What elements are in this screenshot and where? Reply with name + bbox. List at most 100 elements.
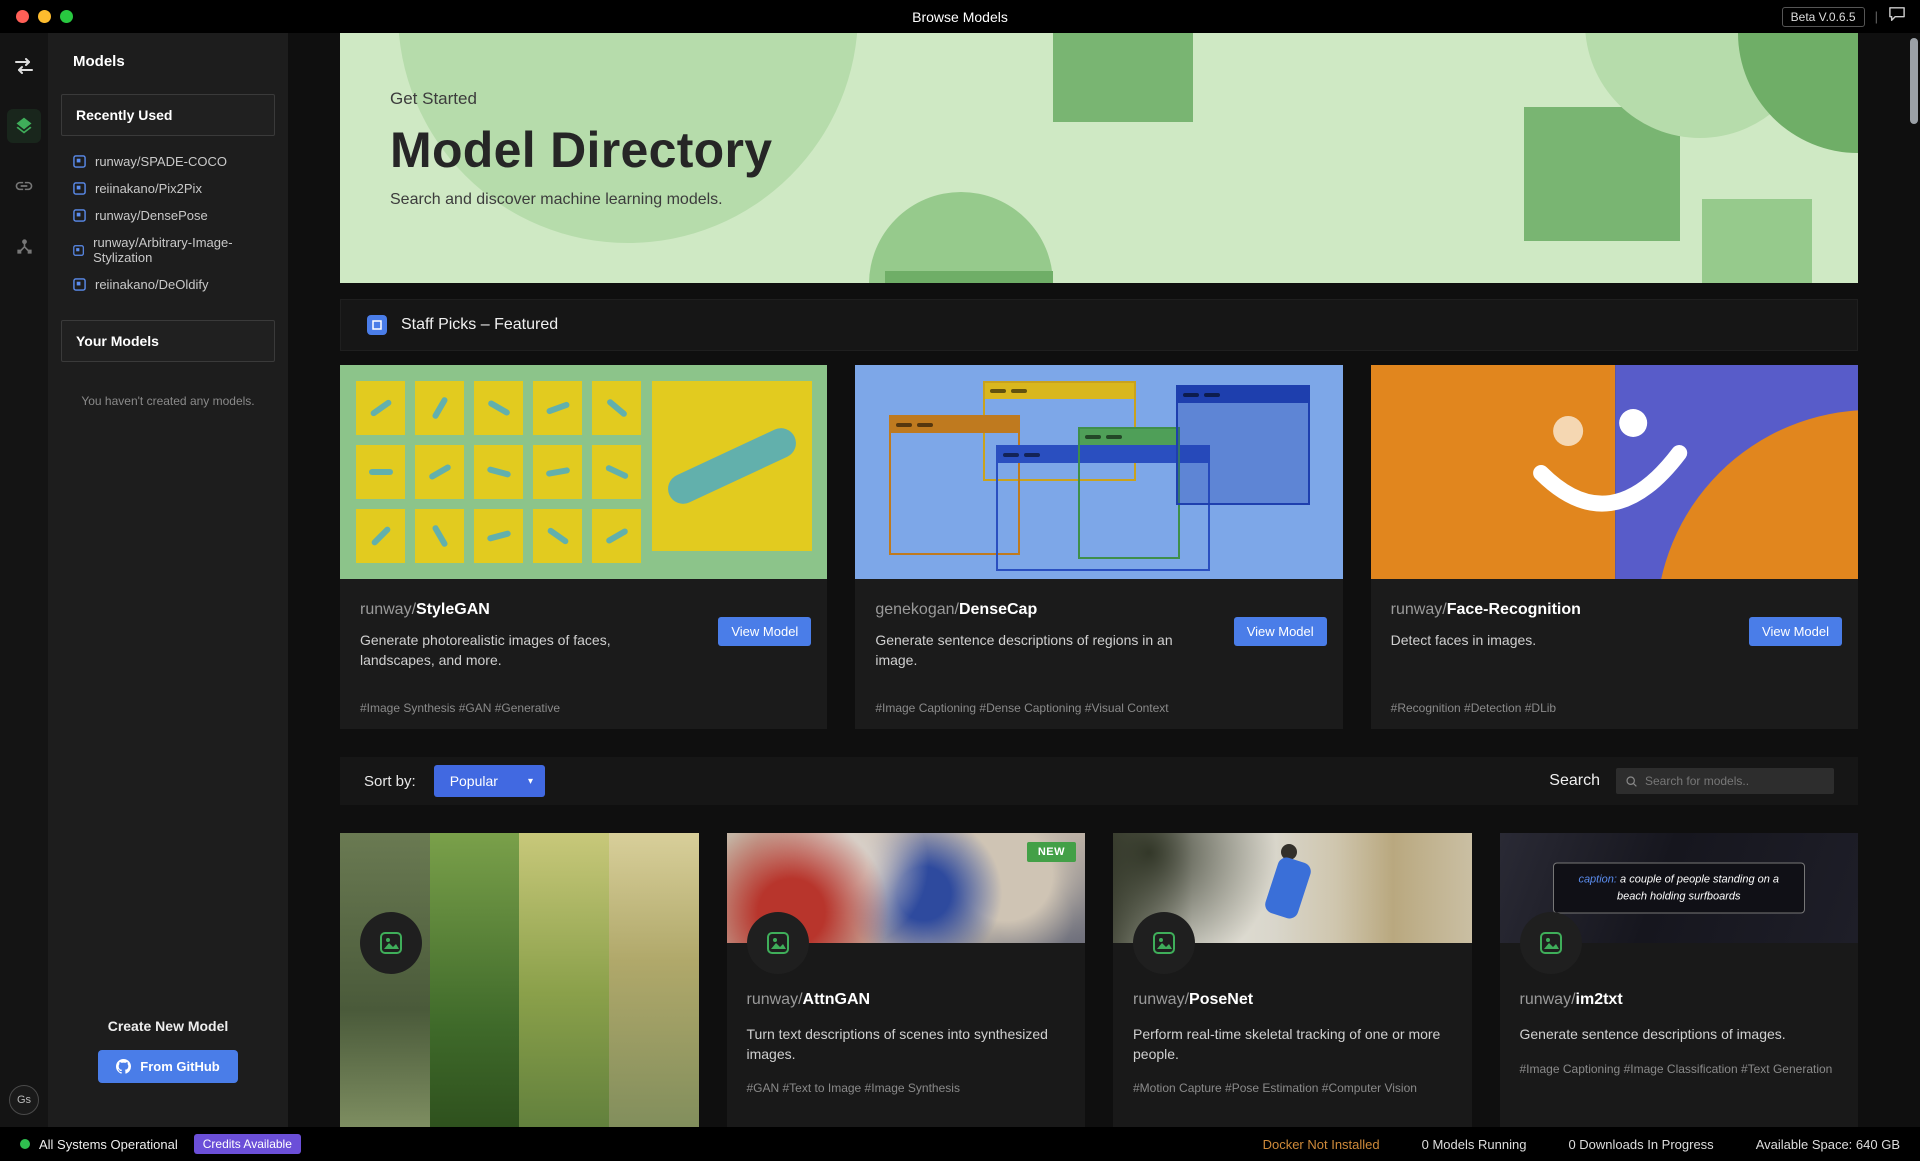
featured-card-face-recognition[interactable]: runway/Face-Recognition Detect faces in … — [1370, 365, 1858, 729]
browse-models-icon[interactable] — [7, 109, 41, 143]
sidebar-item-arbitrary-image-stylization[interactable]: runway/Arbitrary-Image-Stylization — [65, 229, 271, 271]
model-tags: #Motion Capture #Pose Estimation #Comput… — [1133, 1081, 1417, 1096]
window-title: Browse Models — [912, 8, 1008, 25]
sidebar: Models Recently Used runway/SPADE-COCO r… — [48, 33, 288, 1127]
staff-picks-bar: Staff Picks – Featured — [340, 299, 1858, 351]
pattern-tile — [533, 381, 582, 435]
model-owner: runway/ — [1519, 991, 1576, 1008]
feedback-chat-icon[interactable] — [1888, 6, 1906, 27]
model-description: Turn text descriptions of scenes into sy… — [746, 1026, 1048, 1062]
swap-panels-icon[interactable] — [7, 49, 41, 83]
zoom-window-button[interactable] — [60, 10, 73, 23]
icon-rail: Gs — [0, 33, 48, 1127]
model-card-adaptive-style-transfer[interactable]: runway/Adaptive-Style-Transfer Repaint i… — [340, 833, 699, 1127]
model-name: DenseCap — [958, 601, 1038, 618]
view-model-button[interactable]: View Model — [1233, 617, 1327, 646]
search-label: Search — [1549, 772, 1600, 789]
link-icon[interactable] — [7, 169, 41, 203]
model-thumbnail — [340, 833, 699, 1127]
model-tags: #GAN #Text to Image #Image Synthesis — [746, 1081, 960, 1096]
staff-picks-icon — [367, 315, 387, 335]
caption-label: caption: — [1578, 873, 1617, 886]
featured-card-info: runway/StyleGAN Generate photorealistic … — [340, 579, 827, 729]
model-square-icon — [73, 278, 86, 291]
pattern-tile — [592, 445, 641, 499]
search-group: Search — [1549, 768, 1834, 794]
featured-card-stylegan[interactable]: runway/StyleGAN Generate photorealistic … — [340, 365, 828, 729]
model-owner: runway/ — [1133, 991, 1190, 1008]
sort-dropdown[interactable]: Popular ▾ — [433, 765, 545, 797]
model-tags: #Image Captioning #Image Classification … — [1519, 1061, 1833, 1076]
sidebar-item-label: reiinakano/Pix2Pix — [95, 181, 202, 196]
model-square-icon — [73, 182, 86, 195]
pattern-tile — [474, 381, 523, 435]
search-box[interactable] — [1616, 768, 1834, 794]
model-image-icon — [380, 932, 402, 954]
close-window-button[interactable] — [16, 10, 29, 23]
densecap-artwork — [855, 365, 1343, 579]
pattern-tile — [533, 509, 582, 563]
model-card-posenet[interactable]: runway/PoseNet Perform real-time skeleta… — [1113, 833, 1472, 1127]
pattern-tile — [533, 445, 582, 499]
titlebar-divider: | — [1874, 9, 1878, 24]
new-badge: NEW — [1026, 842, 1076, 862]
model-owner: runway/ — [746, 991, 803, 1008]
pattern-tile-grid — [356, 381, 641, 563]
model-description: Detect faces in images. — [1390, 632, 1537, 648]
github-icon — [116, 1059, 132, 1074]
search-input[interactable] — [1645, 774, 1825, 788]
view-model-button[interactable]: View Model — [718, 617, 812, 646]
docker-status: Docker Not Installed — [1262, 1136, 1380, 1152]
titlebar-right: Beta V.0.6.5 | — [1781, 0, 1906, 33]
sidebar-item-label: runway/SPADE-COCO — [95, 154, 227, 169]
pattern-tile — [592, 509, 641, 563]
user-avatar[interactable]: Gs — [9, 1085, 39, 1115]
from-github-button[interactable]: From GitHub — [98, 1050, 238, 1083]
create-model-section: Create New Model From GitHub — [61, 1018, 275, 1127]
thumbnail-strip — [519, 833, 609, 1127]
create-model-label: Create New Model — [107, 1018, 229, 1034]
stylegan-artwork — [340, 365, 828, 579]
sort-search-bar: Sort by: Popular ▾ Search — [340, 757, 1858, 805]
vertical-scrollbar-thumb[interactable] — [1910, 38, 1918, 124]
models-running-status: 0 Models Running — [1421, 1136, 1527, 1152]
featured-card-densecap[interactable]: genekogan/DenseCap Generate sentence des… — [855, 365, 1343, 729]
featured-card-info: runway/Face-Recognition Detect faces in … — [1371, 579, 1858, 729]
model-image-icon — [766, 932, 789, 954]
sidebar-item-densepose[interactable]: runway/DensePose — [65, 202, 271, 229]
recently-used-label: Recently Used — [76, 107, 173, 123]
search-icon — [1626, 775, 1637, 787]
model-title: runway/AttnGAN — [747, 991, 1066, 1009]
sidebar-title: Models — [73, 53, 125, 70]
model-grid: runway/Adaptive-Style-Transfer Repaint i… — [340, 833, 1858, 1127]
status-left: All Systems Operational Credits Availabl… — [20, 1134, 301, 1154]
thumbnail-strip — [429, 833, 520, 1127]
page-title: Model Directory — [390, 122, 773, 178]
minimize-window-button[interactable] — [38, 10, 51, 23]
model-description: Generate sentence descriptions of images… — [1519, 1026, 1786, 1042]
sidebar-item-spade-coco[interactable]: runway/SPADE-COCO — [65, 148, 271, 175]
model-card-attngan[interactable]: NEW runway/AttnGAN Turn text description… — [726, 833, 1085, 1127]
model-image-icon — [1153, 932, 1175, 954]
sidebar-item-deoldify[interactable]: reiinakano/DeOldify — [65, 271, 271, 298]
model-card-im2txt[interactable]: caption: a couple of people standing on … — [1499, 833, 1858, 1127]
recently-used-header[interactable]: Recently Used — [61, 94, 275, 136]
pattern-tile — [356, 509, 405, 563]
thumbnail-strip — [608, 833, 699, 1127]
view-model-button[interactable]: View Model — [1749, 617, 1842, 646]
sidebar-item-label: reiinakano/DeOldify — [95, 277, 209, 292]
runway-app-window: Browse Models Beta V.0.6.5 | Gs Models R… — [0, 0, 1920, 1161]
model-name: im2txt — [1575, 991, 1623, 1008]
model-square-icon — [73, 209, 86, 222]
workflow-icon[interactable] — [7, 229, 41, 263]
model-icon-circle — [746, 912, 809, 974]
sidebar-item-pix2pix[interactable]: reiinakano/Pix2Pix — [65, 175, 271, 202]
hero-shape — [1053, 33, 1193, 122]
your-models-header[interactable]: Your Models — [61, 320, 275, 362]
main-content: Get Started Model Directory Search and d… — [288, 33, 1920, 1127]
hero-eyebrow: Get Started — [390, 89, 477, 108]
pattern-tile — [415, 445, 464, 499]
model-description: Generate sentence descriptions of region… — [875, 632, 1173, 668]
your-models-label: Your Models — [76, 333, 159, 349]
model-name: StyleGAN — [416, 601, 490, 618]
